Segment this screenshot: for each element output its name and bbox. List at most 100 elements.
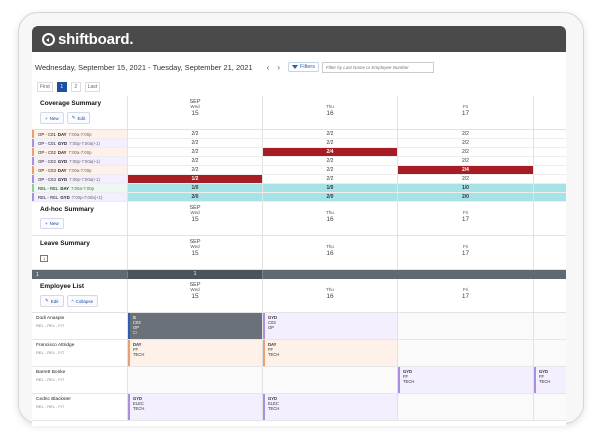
shift-block[interactable]: GYD FF TECH [398,367,533,393]
coverage-cell[interactable]: 2/2 [398,157,534,165]
filters-label: Filters [299,64,315,70]
employee-name[interactable]: Francisco Attridge [36,343,127,348]
coverage-row[interactable]: REL - REL DAY 7:00a-7:00p 1/0 1/0 1/0 [32,184,566,193]
shift-block[interactable]: GYD FF TECH [534,367,566,393]
employee-row[interactable]: Barrett Bonke REL - REL - F/T GYD FF TEC… [32,367,566,394]
coverage-row[interactable]: OP - C02 GYD 7:00p-7:00a(+1) 2/2 2/2 2/2 [32,157,566,166]
employee-day-cell[interactable]: GYD ELEC TECH [263,394,398,420]
shift-block[interactable]: S C03 OP ☐ [128,313,262,339]
page-2-button[interactable]: 2 [70,82,81,92]
coverage-cell-overflow [534,175,566,183]
employee-name[interactable]: Dodi Anaspie [36,316,127,321]
employee-name[interactable]: Cedric Blackster [36,397,127,402]
employee-day-cell[interactable]: S C03 OP ☐ [128,313,263,339]
day-header-overflow [534,202,566,235]
coverage-cell[interactable]: 2/2 [398,130,534,138]
coverage-cell[interactable]: 2/2 [263,175,398,183]
coverage-cell[interactable]: 2/2 [128,130,263,138]
employee-edit-button[interactable]: ✎ Edit [40,295,64,307]
coverage-cell[interactable]: 2/2 [263,139,398,147]
filters-button[interactable]: Filters [287,62,319,72]
shift-block[interactable]: DAY FF TECH [128,340,262,366]
coverage-row[interactable]: REL - REL GYD 7:00p-7:00a(+1) 2/0 2/0 2/0 [32,193,566,202]
coverage-shift: GYD [57,140,68,146]
employee-day-cell[interactable]: DAY FF TECH [128,340,263,366]
page-1-button[interactable]: 1 [56,82,67,92]
day-header-thu: Thu 16 [263,202,398,235]
coverage-cell-overflow [534,157,566,165]
employee-collapse-label: Collapse [75,298,94,304]
shiftboard-logo[interactable]: shiftboard. [42,31,134,48]
coverage-cell[interactable]: 2/2 [128,157,263,165]
employee-day-cell[interactable] [128,367,263,393]
coverage-cell-overflow [534,193,566,201]
employee-day-cell[interactable] [398,394,534,420]
coverage-cell-understaffed[interactable]: 1/2 [128,175,263,183]
employee-row[interactable]: Cedric Blackster REL - REL - F/T GYD ELE… [32,394,566,421]
coverage-new-button[interactable]: + New [40,112,64,124]
employee-collapse-button[interactable]: ^ Collapse [66,295,99,307]
coverage-row[interactable]: OP - C02 DAY 7:00a-7:00p 2/2 2/4 2/2 [32,148,566,157]
shift-block[interactable]: GYD ELEC TECH [263,394,397,420]
coverage-group: OP - C01 [38,140,56,146]
day-date: 17 [461,249,470,257]
leave-total-row[interactable]: 1 1 [32,270,566,279]
coverage-cell[interactable]: 2/2 [128,166,263,174]
employee-position: REL - REL - F/T [36,377,65,382]
coverage-cell-relief[interactable]: 1/0 [263,184,398,192]
day-date: 15 [191,215,199,223]
coverage-cell-overstaffed[interactable]: 2/4 [398,166,534,174]
day-header-overflow [534,236,566,269]
coverage-cell-overstaffed[interactable]: 2/4 [263,148,398,156]
shift-block[interactable]: GYD C03 OP [263,313,397,339]
coverage-row[interactable]: OP - C01 DAY 7:00a-7:00p 2/2 2/2 2/2 [32,130,566,139]
coverage-cell-relief[interactable]: 2/0 [128,193,263,201]
employee-day-cell[interactable] [398,340,534,366]
employee-day-cell[interactable]: GYD FF TECH [534,367,566,393]
coverage-summary-header: Coverage Summary + New ✎ Edit SEP Wed 15 T… [32,96,566,130]
day-header-fri: Fri 17 [398,236,534,269]
prev-week-button[interactable]: ‹ [267,63,270,72]
coverage-cell[interactable]: 2/2 [263,166,398,174]
employee-row[interactable]: Francisco Attridge REL - REL - F/T DAY F… [32,340,566,367]
day-date: 16 [326,292,334,300]
coverage-new-label: New [49,115,59,121]
coverage-row[interactable]: OP - C03 GYD 7:00p-7:00a(+1) 1/2 2/2 2/2 [32,175,566,184]
coverage-shift: GYD [57,158,68,164]
leave-cell[interactable]: 1 [128,270,263,279]
coverage-cell[interactable]: 2/2 [263,157,398,165]
coverage-group: OP - C03 [38,167,56,173]
employee-day-cell[interactable]: GYD C03 OP [263,313,398,339]
coverage-cell[interactable]: 2/2 [398,139,534,147]
employee-day-cell[interactable]: DAY FF TECH [263,340,398,366]
employee-row[interactable]: Dodi Anaspie REL - REL - F/T S C03 OP ☐ … [32,313,566,340]
shift-block[interactable]: GYD ELEC TECH [128,394,262,420]
pencil-icon: ✎ [45,298,49,303]
adhoc-new-button[interactable]: + New [40,218,64,229]
coverage-cell[interactable]: 2/2 [398,175,534,183]
coverage-cell-relief[interactable]: 2/0 [398,193,534,201]
employee-day-cell[interactable]: GYD ELEC TECH [128,394,263,420]
coverage-cell-relief[interactable]: 1/0 [128,184,263,192]
coverage-edit-button[interactable]: ✎ Edit [66,112,91,124]
employee-name[interactable]: Barrett Bonke [36,370,127,375]
coverage-cell-relief[interactable]: 1/0 [398,184,534,192]
leave-summary-header: Leave Summary 1 SEP Wed 15 Thu 16 Fri 17 [32,236,566,270]
employee-day-cell[interactable] [263,367,398,393]
coverage-cell[interactable]: 2/2 [128,139,263,147]
employee-day-cell[interactable] [398,313,534,339]
coverage-cell[interactable]: 2/2 [398,148,534,156]
coverage-cell[interactable]: 2/2 [128,148,263,156]
coverage-cell[interactable]: 2/2 [263,130,398,138]
shift-block[interactable]: DAY FF TECH [263,340,397,366]
employee-filter-input[interactable] [321,61,434,73]
last-page-button[interactable]: Last [84,82,101,92]
coverage-cell-relief[interactable]: 2/0 [263,193,398,201]
coverage-row[interactable]: OP - C03 DAY 7:00a-7:00p 2/2 2/2 2/4 [32,166,566,175]
first-page-button[interactable]: First [37,82,53,92]
employee-position: REL - REL - F/T [36,323,65,328]
coverage-group: OP - C01 [38,131,56,137]
coverage-row[interactable]: OP - C01 GYD 7:00p-7:00a(+1) 2/2 2/2 2/2 [32,139,566,148]
next-week-button[interactable]: › [277,63,280,72]
employee-day-cell[interactable]: GYD FF TECH [398,367,534,393]
